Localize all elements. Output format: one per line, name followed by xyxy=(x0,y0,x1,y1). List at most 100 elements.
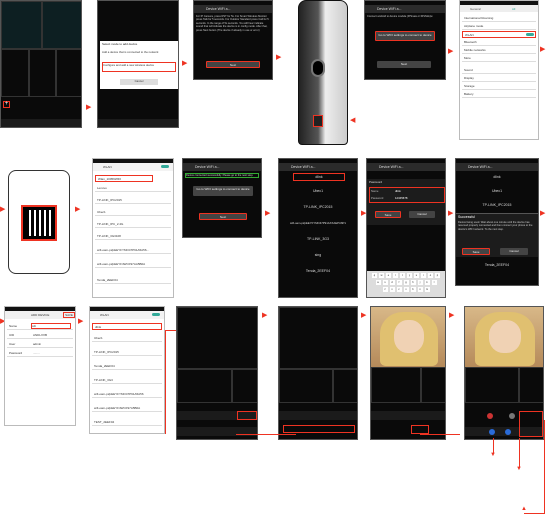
speaker-icon[interactable] xyxy=(505,429,511,435)
keyboard-key[interactable]: u xyxy=(414,273,419,278)
wifi-network-item[interactable]: Wlan_10059WIFI xyxy=(95,175,153,182)
wifi-item[interactable]: Ubec1 xyxy=(279,189,357,193)
settings-item[interactable]: International Roaming xyxy=(462,15,536,22)
keyboard-key[interactable]: d xyxy=(389,280,395,285)
video-cell[interactable] xyxy=(42,1,81,49)
camera-feed[interactable] xyxy=(371,307,445,367)
wifi-item[interactable]: Ubec1 xyxy=(456,189,538,193)
video-cell[interactable] xyxy=(279,369,333,403)
keyboard-key[interactable]: f xyxy=(396,280,402,285)
keyboard-key[interactable]: j xyxy=(417,280,423,285)
video-cell[interactable] xyxy=(232,369,257,403)
keyboard-key[interactable]: e xyxy=(386,273,391,278)
wlan-toggle[interactable] xyxy=(152,313,160,316)
wifi-item[interactable]: TP-LINK_IPC2015 xyxy=(279,205,357,209)
wifi-network-item[interactable]: Tenda_2EEF04 xyxy=(92,363,162,370)
microphone-icon[interactable] xyxy=(509,413,515,419)
keyboard-key[interactable]: k xyxy=(424,280,430,285)
wifi-network-item[interactable]: TP-LINK_3G3108 xyxy=(95,233,171,240)
go-wifi-settings-button[interactable]: Go to WIFI settings to connect to device xyxy=(375,31,435,41)
wifi-network-item[interactable]: Ubec1 xyxy=(92,335,162,342)
keyboard-key[interactable]: x xyxy=(389,287,395,292)
video-cell[interactable] xyxy=(177,369,232,403)
settings-item[interactable]: Mobile networks xyxy=(462,47,536,54)
wifi-network-item[interactable]: wifi-oam-p2pEEYF4WCF97AA5B0A xyxy=(95,261,171,268)
keyboard-key[interactable]: r xyxy=(393,273,398,278)
settings-item-wlan[interactable]: WLAN xyxy=(462,31,536,38)
plus-icon[interactable]: + xyxy=(3,101,10,108)
cancel-button[interactable]: Cancel xyxy=(120,79,158,85)
video-cell[interactable] xyxy=(333,369,357,403)
cancel-button[interactable]: Cancel xyxy=(409,211,435,218)
keyboard-key[interactable]: o xyxy=(428,273,433,278)
password-field[interactable]: 12345678 xyxy=(395,196,407,200)
cancel-button[interactable]: Cancel xyxy=(500,248,528,255)
keyboard-key[interactable]: i xyxy=(421,273,426,278)
settings-item[interactable]: More xyxy=(462,55,536,62)
camera-feed[interactable] xyxy=(465,307,543,367)
go-wifi-settings-button[interactable]: Go to WIFI settings to connect to device xyxy=(193,186,253,196)
settings-item[interactable]: Battery xyxy=(462,91,536,98)
keyboard-key[interactable]: y xyxy=(407,273,412,278)
wifi-network-item[interactable]: wifi-oam-p2pEEYFYMO47P91A5A56 xyxy=(92,391,162,398)
configure-wireless-option[interactable]: Configure and add a new wireless device xyxy=(102,62,176,72)
video-cell[interactable] xyxy=(465,367,519,403)
wifi-item[interactable]: Tenda_2EEF04 xyxy=(456,263,538,267)
password-field[interactable]: ........ xyxy=(33,350,40,357)
next-button[interactable]: Next xyxy=(199,213,247,220)
next-button[interactable]: Next xyxy=(206,61,260,68)
video-cell[interactable] xyxy=(279,307,357,369)
keyboard-key[interactable]: p xyxy=(435,273,440,278)
keyboard-key[interactable]: m xyxy=(424,287,430,292)
wifi-item[interactable]: sing xyxy=(279,253,357,257)
wifi-item[interactable]: TP-LINK_3G3 xyxy=(279,237,357,241)
save-button[interactable]: SAVE xyxy=(63,312,75,318)
keyboard-key[interactable]: w xyxy=(379,273,384,278)
uid-field[interactable]: ANDLXXB xyxy=(33,332,47,339)
settings-item[interactable]: Airplane mode xyxy=(462,23,536,30)
save-button[interactable]: Save xyxy=(462,248,490,255)
keyboard-key[interactable]: l xyxy=(431,280,437,285)
next-button[interactable]: Next xyxy=(377,61,431,68)
wifi-network-item[interactable]: TP-LINK_3G3 xyxy=(92,377,162,384)
keyboard-key[interactable]: a xyxy=(375,280,381,285)
keyboard-key[interactable]: v xyxy=(403,287,409,292)
tab-all[interactable]: All xyxy=(512,7,515,11)
wifi-item[interactable]: Tenda_2EEF04 xyxy=(279,269,357,273)
keyboard-key[interactable]: h xyxy=(410,280,416,285)
video-cell[interactable] xyxy=(371,367,421,403)
wifi-network-item[interactable]: Tenda_2EEF04 xyxy=(95,277,171,284)
wifi-network-item[interactable]: wifi-oam-p2pEEYFYMO47P91A5A56... xyxy=(95,247,171,254)
video-cell[interactable] xyxy=(177,307,257,369)
video-cell[interactable] xyxy=(29,49,56,97)
name-value[interactable]: dlink xyxy=(395,189,401,193)
keyboard-key[interactable]: n xyxy=(417,287,423,292)
settings-item[interactable]: Storage xyxy=(462,83,536,90)
video-cell[interactable] xyxy=(519,367,543,403)
talk-icon[interactable] xyxy=(489,429,495,435)
wifi-item[interactable]: TP-LINK_IPC2015 xyxy=(456,203,538,207)
wifi-network-item[interactable]: Ubec1 xyxy=(95,209,171,216)
video-cell[interactable] xyxy=(1,1,42,49)
wifi-network-item[interactable]: TP-LINK_IPC2015 xyxy=(95,197,171,204)
user-field[interactable]: admin xyxy=(33,341,41,348)
wifi-item[interactable]: wifi-oam-p2pEEYFYMO47P91AXXAEPU6P1 xyxy=(279,221,357,225)
wlan-toggle[interactable] xyxy=(526,33,534,36)
name-field[interactable]: cdt xyxy=(31,323,71,329)
wifi-network-item[interactable]: TP-LINK_IPC2015 xyxy=(92,349,162,356)
wlan-toggle[interactable] xyxy=(161,165,169,168)
wifi-network-item[interactable]: wifi-oam-p2pEEYF4WCF97A5B0A xyxy=(92,405,162,412)
hangup-icon[interactable] xyxy=(487,413,493,419)
reset-button[interactable] xyxy=(313,115,323,127)
keyboard-key[interactable]: b xyxy=(410,287,416,292)
settings-item[interactable]: Sound xyxy=(462,67,536,74)
keyboard-key[interactable]: q xyxy=(372,273,377,278)
video-cell[interactable] xyxy=(56,49,81,97)
keyboard-key[interactable]: c xyxy=(396,287,402,292)
tab-general[interactable]: General xyxy=(470,7,481,11)
save-button[interactable]: Save xyxy=(375,211,401,218)
settings-item[interactable]: Display xyxy=(462,75,536,82)
keyboard-key[interactable]: z xyxy=(382,287,388,292)
wifi-network-item[interactable]: dlink xyxy=(92,323,162,330)
wifi-network-item[interactable]: Lenovo xyxy=(95,185,171,192)
